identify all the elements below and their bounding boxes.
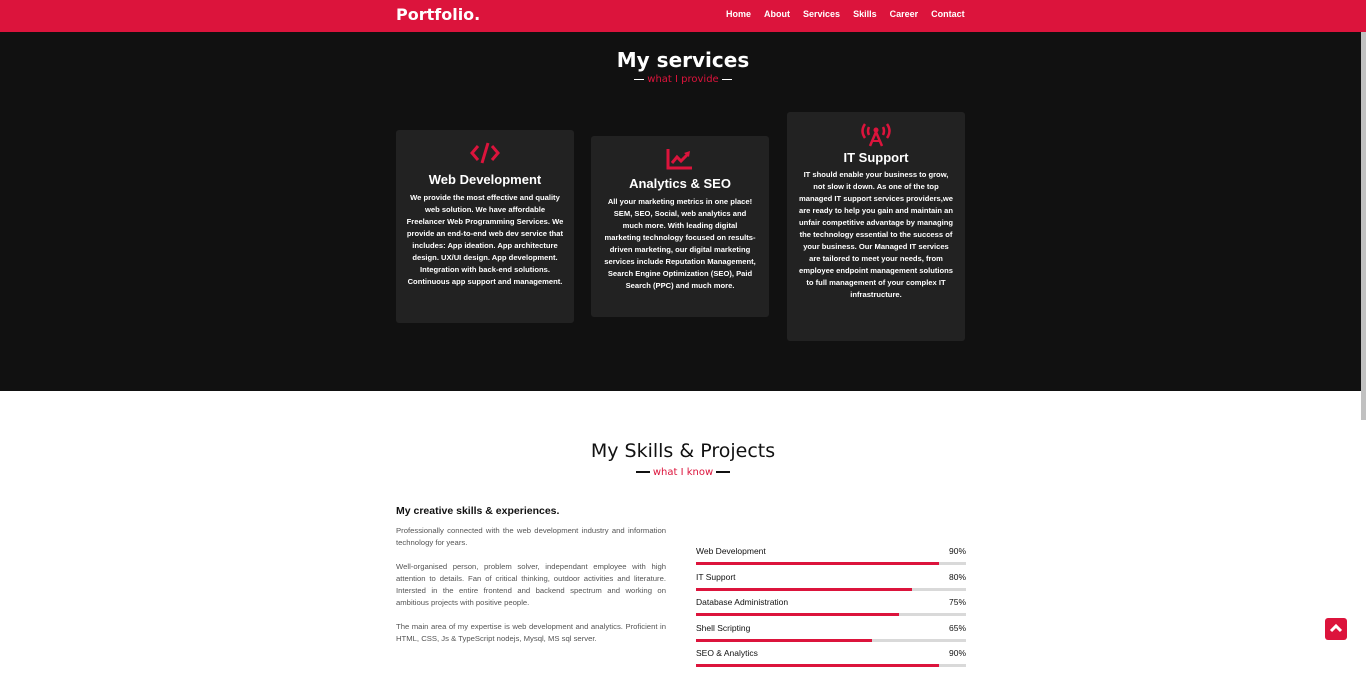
skill-bar: Shell Scripting 65% <box>696 623 966 649</box>
skill-bar-fill <box>696 638 872 642</box>
service-card-title: Web Development <box>428 172 542 187</box>
nav-link-career[interactable]: Career <box>890 9 919 19</box>
nav-link-contact[interactable]: Contact <box>931 9 965 19</box>
service-card-text: IT should enable your business to grow, … <box>798 170 954 299</box>
skills-paragraph: The main area of my expertise is web dev… <box>396 622 666 643</box>
skills-paragraph: Well-organised person, problem solver, i… <box>396 562 666 607</box>
service-card-title: IT Support <box>843 150 909 165</box>
skill-bar-percent: 65% <box>948 622 966 633</box>
service-card-web-development: Web Development We provide the most effe… <box>396 130 574 323</box>
nav-link-home[interactable]: Home <box>726 9 751 19</box>
skill-bar-track <box>696 613 966 616</box>
skill-bar-label: Web Development <box>696 546 766 556</box>
skill-bar-track <box>696 587 966 591</box>
skill-bar-track <box>696 664 966 667</box>
service-card-it-support: IT Support IT should enable your busines… <box>787 112 965 341</box>
service-card-text: All your marketing metrics in one place!… <box>604 197 756 290</box>
chart-line-icon <box>666 149 692 170</box>
skills-intro: My creative skills & experiences. Profes… <box>396 505 666 657</box>
nav-link-services[interactable]: Services <box>803 9 840 19</box>
skills-subtitle-text: what I know <box>652 467 714 478</box>
services-section: My services what I provide Web Developme… <box>0 32 1366 391</box>
skill-bar-percent: 90% <box>948 648 966 658</box>
broadcast-tower-icon <box>861 123 891 147</box>
back-to-top-button[interactable] <box>1325 618 1347 640</box>
services-subtitle: what I provide <box>0 74 1366 85</box>
nav-link-skills[interactable]: Skills <box>853 9 877 19</box>
skills-heading: My creative skills & experiences. <box>396 505 560 517</box>
skill-bar-track <box>696 638 966 642</box>
skill-bar-track <box>696 562 966 565</box>
skill-bars: Web Development 90% IT Support 80% Datab… <box>696 546 966 674</box>
skill-bar-percent: 80% <box>948 571 966 582</box>
skill-bar-percent: 75% <box>948 597 966 607</box>
skill-bar: IT Support 80% <box>696 572 966 598</box>
skill-bar-label: Database Administration <box>696 597 789 607</box>
services-title: My services <box>616 48 750 72</box>
skill-bar-label: IT Support <box>696 571 736 582</box>
skill-bar: Database Administration 75% <box>696 597 966 623</box>
navbar: Portfolio. Home About Services Skills Ca… <box>0 0 1366 32</box>
skill-bar-percent: 90% <box>948 546 966 556</box>
skill-bar-fill <box>696 562 939 565</box>
chevron-up-icon <box>1329 623 1343 633</box>
service-card-analytics-seo: Analytics & SEO All your marketing metri… <box>591 136 769 317</box>
nav-menu: Home About Services Skills Career Contac… <box>726 9 965 19</box>
skill-bar-label: Shell Scripting <box>696 622 751 633</box>
services-subtitle-text: what I provide <box>647 74 719 85</box>
skill-bar: Web Development 90% <box>696 546 966 572</box>
skill-bar-label: SEO & Analytics <box>696 648 758 658</box>
service-card-text: We provide the most effective and qualit… <box>406 193 564 286</box>
skills-paragraph: Professionally connected with the web de… <box>396 526 666 547</box>
skill-bar-fill <box>696 613 899 616</box>
skill-bar-fill <box>696 587 912 591</box>
logo[interactable]: Portfolio. <box>396 5 480 24</box>
skill-bar-fill <box>696 664 939 667</box>
skills-title: My Skills & Projects <box>590 440 776 462</box>
nav-link-about[interactable]: About <box>764 9 790 19</box>
page-scrollbar[interactable] <box>1361 32 1366 420</box>
skill-bar: SEO & Analytics 90% <box>696 648 966 674</box>
service-card-title: Analytics & SEO <box>629 176 731 191</box>
skills-subtitle: what I know <box>0 467 1366 478</box>
code-icon <box>470 142 500 164</box>
